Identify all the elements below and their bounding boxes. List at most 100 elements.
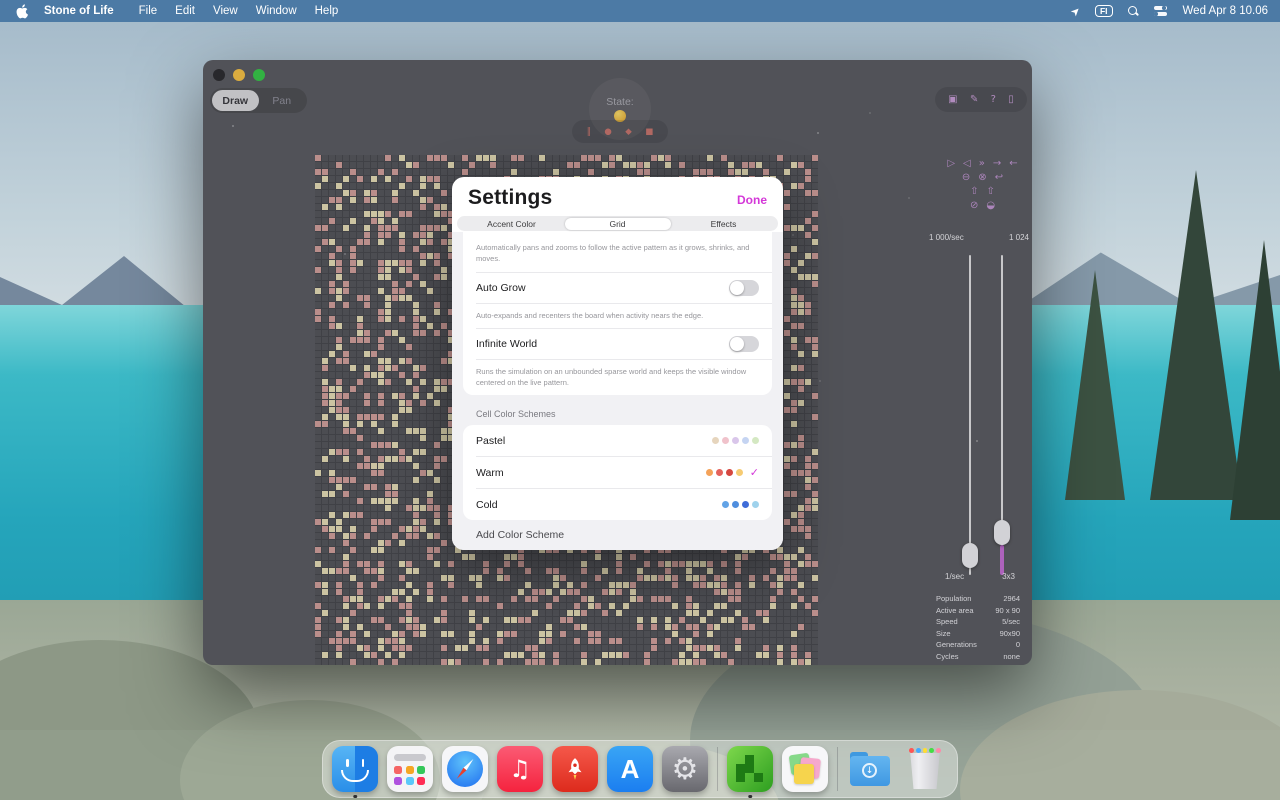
record-icon[interactable]: ● (604, 127, 611, 137)
step-back-icon[interactable]: ◁ (963, 158, 971, 169)
stat-value: 90x90 (1000, 629, 1020, 638)
stat-label: Population (936, 594, 971, 603)
slider-max-labels: 1 000/sec 1 024 (929, 233, 1029, 242)
dock-rocket-app[interactable] (552, 746, 598, 792)
export-icon[interactable]: ⇧ (987, 186, 995, 197)
dock-trash[interactable] (902, 746, 948, 792)
pan-mode-button[interactable]: Pan (259, 90, 306, 111)
dock-safari[interactable] (442, 746, 488, 792)
settings-scroll-area[interactable]: Automatically pans and zooms to follow t… (452, 232, 783, 550)
simulation-stats: Population2964Active area90 x 90Speed5/s… (936, 594, 1020, 661)
flask-icon[interactable]: ◆ (625, 127, 632, 137)
scheme-row-warm[interactable]: Warm✓ (463, 457, 772, 488)
menu-item-edit[interactable]: Edit (166, 5, 204, 17)
device-icon[interactable]: ▯ (1008, 94, 1014, 105)
apple-menu-icon[interactable] (14, 3, 30, 19)
size-slider-thumb[interactable] (994, 520, 1010, 545)
stat-label: Size (936, 629, 951, 638)
control-center-icon[interactable] (1154, 6, 1168, 17)
search-icon[interactable] (1128, 6, 1139, 17)
stat-active-area: Active area90 x 90 (936, 606, 1020, 615)
speed-slider-thumb[interactable] (962, 543, 978, 568)
simulation-controls: ▷◁»→←⊖⊗↩⇧⇧⊘◒ (935, 158, 1030, 211)
scheme-row-pastel[interactable]: Pastel (463, 425, 772, 456)
pencil-icon[interactable]: ✎ (970, 94, 978, 105)
bulb-icon[interactable]: ◒ (986, 200, 995, 211)
speed-min-label: 1/sec (945, 572, 964, 581)
done-button[interactable]: Done (737, 193, 767, 207)
stat-label: Active area (936, 606, 974, 615)
speckle (232, 125, 234, 127)
zoom-button[interactable] (253, 69, 265, 81)
scheme-name: Cold (476, 499, 498, 511)
menu-item-file[interactable]: File (130, 5, 167, 17)
edit-circle-icon[interactable]: ⊘ (970, 200, 978, 211)
camera-icon[interactable]: ▣ (948, 94, 957, 105)
dock-finder[interactable] (332, 746, 378, 792)
menu-bar: Stone of Life FileEditViewWindowHelp ➤ F… (0, 0, 1280, 22)
scheme-row-cold[interactable]: Cold (463, 489, 772, 520)
draw-pan-toggle: Draw Pan (210, 88, 307, 113)
color-dot (732, 501, 739, 508)
menu-item-help[interactable]: Help (306, 5, 348, 17)
running-indicator (748, 795, 752, 799)
toggle-knob (730, 337, 744, 351)
dock-downloads-folder[interactable]: ↓ (847, 746, 893, 792)
color-dot (752, 437, 759, 444)
stat-label: Speed (936, 617, 958, 626)
settings-title: Settings (468, 186, 552, 210)
speed-max-label: 1 000/sec (929, 233, 964, 242)
close-button[interactable] (213, 69, 225, 81)
pause-icon[interactable]: ‖ (587, 127, 591, 137)
color-dot (722, 501, 729, 508)
clear-circle-icon[interactable]: ⊗ (978, 172, 986, 183)
speed-slider-track (969, 255, 971, 575)
toggle-infinite-world[interactable] (729, 336, 759, 352)
settings-modal: Settings Done Accent ColorGridEffects Au… (452, 177, 783, 550)
menu-bar-clock[interactable]: Wed Apr 8 10.06 (1183, 5, 1268, 17)
stat-value: 0 (1016, 640, 1020, 649)
active-app-name[interactable]: Stone of Life (44, 5, 114, 17)
fast-forward-icon[interactable]: » (979, 158, 985, 169)
row-description: Auto-expands and recenters the board whe… (463, 304, 772, 328)
window-controls (213, 69, 265, 81)
play-icon[interactable]: ▷ (947, 158, 955, 169)
dock-divider (717, 747, 718, 791)
arrow-left-icon[interactable]: ← (1009, 158, 1017, 169)
input-source-badge[interactable]: FI (1095, 5, 1113, 18)
rocket-status-icon[interactable]: ➤ (1068, 3, 1084, 19)
tab-effects[interactable]: Effects (671, 218, 777, 230)
stop-icon[interactable]: ■ (645, 127, 653, 137)
add-color-scheme-button[interactable]: Add Color Scheme (463, 520, 772, 541)
speed-slider[interactable] (962, 255, 978, 575)
stat-label: Cycles (936, 652, 959, 661)
dock-app-store[interactable]: A (607, 746, 653, 792)
tab-grid[interactable]: Grid (565, 218, 671, 230)
dock-stickies[interactable] (782, 746, 828, 792)
color-dot (736, 469, 743, 476)
share-icon[interactable]: ⇧ (970, 186, 978, 197)
size-slider[interactable] (994, 255, 1010, 575)
toggle-auto-grow[interactable] (729, 280, 759, 296)
control-row: ▷ ◁ » → ← (935, 158, 1030, 169)
speckle (976, 440, 978, 442)
tab-accent-color[interactable]: Accent Color (459, 218, 565, 230)
undo-icon[interactable]: ↩ (995, 172, 1003, 183)
speckle (869, 112, 871, 114)
checkmark-icon: ✓ (750, 466, 759, 479)
minus-circle-icon[interactable]: ⊖ (962, 172, 970, 183)
menu-item-window[interactable]: Window (247, 5, 306, 17)
dock-music[interactable]: ♫ (497, 746, 543, 792)
dock-stone-of-life[interactable] (727, 746, 773, 792)
help-icon[interactable]: ? (991, 94, 996, 105)
settings-row-infinite-world: Infinite World (463, 329, 772, 359)
state-label: State: (606, 96, 633, 108)
arrow-right-icon[interactable]: → (993, 158, 1001, 169)
dock-system-settings[interactable]: ⚙ (662, 746, 708, 792)
dock-launchpad[interactable] (387, 746, 433, 792)
speckle (819, 380, 821, 382)
menu-item-view[interactable]: View (204, 5, 247, 17)
stat-value: 2964 (1003, 594, 1020, 603)
draw-mode-button[interactable]: Draw (212, 90, 259, 111)
minimize-button[interactable] (233, 69, 245, 81)
